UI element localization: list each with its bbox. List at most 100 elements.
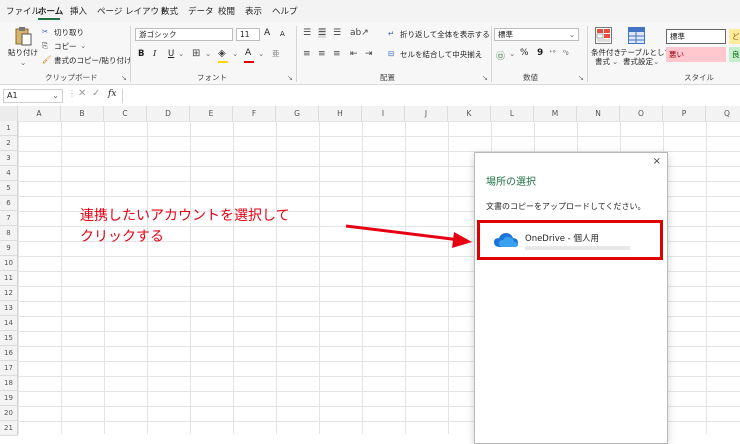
increase-indent-icon[interactable]: ⇥ <box>365 49 373 59</box>
italic-button[interactable]: I <box>153 49 156 59</box>
row-header-15[interactable]: 15 <box>0 331 18 346</box>
font-launcher-icon[interactable]: ↘ <box>287 74 293 82</box>
tab-help[interactable]: ヘルプ <box>272 5 298 17</box>
merge-center-button[interactable]: セルを結合して中央揃え <box>400 49 482 60</box>
row-header-19[interactable]: 19 <box>0 391 18 406</box>
insert-function-button[interactable]: fx <box>108 89 116 99</box>
tab-insert[interactable]: 挿入 <box>70 5 87 17</box>
column-header-o[interactable]: O <box>620 106 663 121</box>
phonetic-icon[interactable]: 亜 <box>272 48 280 59</box>
row-header-18[interactable]: 18 <box>0 376 18 391</box>
align-middle-icon[interactable]: ☰ <box>318 28 327 38</box>
alignment-launcher-icon[interactable]: ↘ <box>482 74 488 82</box>
row-header-11[interactable]: 11 <box>0 271 18 286</box>
column-header-h[interactable]: H <box>319 106 362 121</box>
increase-decimal-icon[interactable]: ⁺⁰ <box>549 49 556 57</box>
font-color-dropdown-icon[interactable]: ⌄ <box>258 49 264 58</box>
format-painter-button[interactable]: 書式のコピー/貼り付け <box>54 55 132 66</box>
comma-button[interactable]: 9 <box>537 48 543 58</box>
cancel-icon[interactable]: ✕ <box>78 88 86 99</box>
column-header-p[interactable]: P <box>663 106 706 121</box>
onedrive-personal-option[interactable]: OneDrive - 個人用 <box>477 220 663 260</box>
wrap-text-button[interactable]: 折り返して全体を表示する <box>400 29 490 40</box>
row-header-3[interactable]: 3 <box>0 151 18 166</box>
column-header-a[interactable]: A <box>18 106 61 121</box>
border-dropdown-icon[interactable]: ⌄ <box>205 49 211 58</box>
fill-color-icon[interactable]: ◈ <box>218 48 226 59</box>
cell-style-bad[interactable]: 悪い <box>666 47 726 62</box>
cell-style-neutral[interactable]: ど <box>729 29 740 44</box>
row-header-17[interactable]: 17 <box>0 361 18 376</box>
align-left-icon[interactable]: ≡ <box>303 49 311 59</box>
conditional-formatting-icon[interactable] <box>595 27 612 44</box>
currency-icon[interactable]: ㉤ <box>496 49 505 62</box>
row-header-16[interactable]: 16 <box>0 346 18 361</box>
column-header-i[interactable]: I <box>362 106 405 121</box>
name-box[interactable]: A1 ⌄ <box>3 89 63 103</box>
tab-formulas[interactable]: 数式 <box>161 5 178 17</box>
column-header-q[interactable]: Q <box>706 106 740 121</box>
column-header-f[interactable]: F <box>233 106 276 121</box>
row-header-14[interactable]: 14 <box>0 316 18 331</box>
cell-style-normal[interactable]: 標準 <box>666 29 726 44</box>
underline-button[interactable]: U <box>168 49 174 59</box>
row-header-8[interactable]: 8 <box>0 226 18 241</box>
font-name-select[interactable]: 游ゴシック <box>135 28 233 41</box>
format-painter-icon[interactable]: 🖌 <box>42 55 52 64</box>
merge-center-icon[interactable]: ⊟ <box>388 49 394 58</box>
font-color-button[interactable]: A <box>245 48 251 58</box>
row-header-7[interactable]: 7 <box>0 211 18 226</box>
enter-icon[interactable]: ✓ <box>92 88 100 99</box>
tab-review[interactable]: 校閲 <box>218 5 235 17</box>
column-header-b[interactable]: B <box>61 106 104 121</box>
merge-dropdown-icon[interactable]: ⌄ <box>476 49 482 58</box>
bold-button[interactable]: B <box>138 49 144 59</box>
select-all-corner[interactable] <box>0 106 18 121</box>
close-icon[interactable]: × <box>653 156 661 167</box>
row-header-4[interactable]: 4 <box>0 166 18 181</box>
row-header-20[interactable]: 20 <box>0 406 18 421</box>
align-right-icon[interactable]: ≡ <box>333 49 341 59</box>
number-format-select[interactable]: 標準 ⌄ <box>494 28 579 41</box>
shrink-font-button[interactable]: A <box>280 30 285 38</box>
row-header-1[interactable]: 1 <box>0 121 18 136</box>
row-header-10[interactable]: 10 <box>0 256 18 271</box>
font-size-select[interactable]: 11 <box>236 28 260 41</box>
paste-icon[interactable] <box>13 26 33 46</box>
tab-data[interactable]: データ <box>188 5 214 17</box>
number-launcher-icon[interactable]: ↘ <box>578 74 584 82</box>
row-header-9[interactable]: 9 <box>0 241 18 256</box>
column-header-g[interactable]: G <box>276 106 319 121</box>
row-header-6[interactable]: 6 <box>0 196 18 211</box>
copy-button[interactable]: コピー <box>54 41 77 52</box>
align-top-icon[interactable]: ☰ <box>303 28 311 38</box>
column-header-e[interactable]: E <box>190 106 233 121</box>
column-header-n[interactable]: N <box>577 106 620 121</box>
cut-button[interactable]: 切り取り <box>54 27 84 38</box>
column-header-j[interactable]: J <box>405 106 448 121</box>
tab-home[interactable]: ホーム <box>38 5 63 17</box>
column-header-k[interactable]: K <box>448 106 491 121</box>
wrap-text-icon[interactable]: ↵ <box>388 29 394 38</box>
row-header-2[interactable]: 2 <box>0 136 18 151</box>
decrease-decimal-icon[interactable]: ⁰₀ <box>563 49 569 57</box>
cell-style-good[interactable]: 良 <box>729 47 740 62</box>
border-icon[interactable]: ⊞ <box>192 48 200 59</box>
tab-view[interactable]: 表示 <box>245 5 262 17</box>
paste-button[interactable]: 貼り付け <box>8 47 38 58</box>
column-header-m[interactable]: M <box>534 106 577 121</box>
tab-page-layout[interactable]: ページ レイアウト <box>97 5 168 17</box>
column-header-d[interactable]: D <box>147 106 190 121</box>
grow-font-button[interactable]: A <box>264 28 270 38</box>
format-as-table-icon[interactable] <box>628 27 645 44</box>
fill-dropdown-icon[interactable]: ⌄ <box>232 49 238 58</box>
decrease-indent-icon[interactable]: ⇤ <box>350 49 358 59</box>
percent-button[interactable]: % <box>520 48 529 58</box>
underline-dropdown-icon[interactable]: ⌄ <box>178 49 184 58</box>
conditional-dropdown-icon[interactable]: ⌄ <box>612 57 618 66</box>
paste-dropdown-icon[interactable]: ⌄ <box>20 58 26 67</box>
format-as-table-dropdown-icon[interactable]: ⌄ <box>653 57 659 66</box>
orientation-icon[interactable]: ab↗ <box>350 28 369 38</box>
copy-dropdown-icon[interactable]: ⌄ <box>80 41 86 50</box>
row-header-5[interactable]: 5 <box>0 181 18 196</box>
